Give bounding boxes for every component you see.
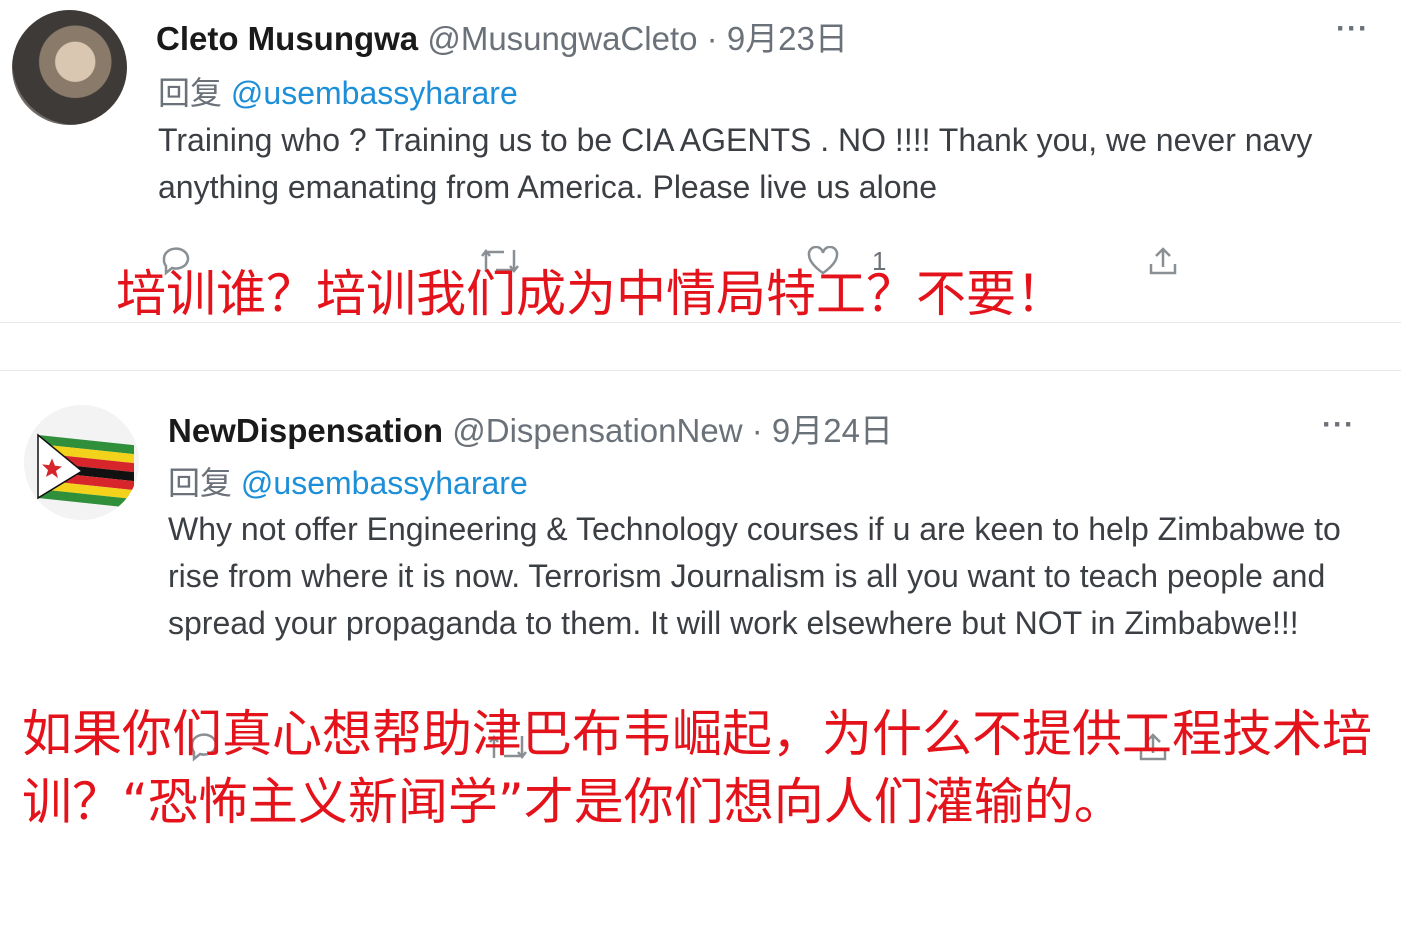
divider	[0, 322, 1401, 323]
tweet-text: Training who ? Training us to be CIA AGE…	[158, 122, 1313, 205]
tweet-header: NewDispensation @DispensationNew · 9月24日	[168, 404, 893, 452]
more-options-icon[interactable]: ···	[1322, 408, 1355, 442]
tweet-date[interactable]: 9月23日	[727, 20, 848, 57]
caption-translation-1: 培训谁？培训我们成为中情局特工？不要！	[116, 265, 1066, 323]
avatar[interactable]	[24, 405, 139, 520]
share-icon[interactable]	[1146, 246, 1180, 283]
author-name[interactable]: NewDispensation	[168, 412, 443, 449]
separator-dot: ·	[751, 412, 763, 449]
reply-prefix: 回复	[158, 75, 223, 111]
zimbabwe-flag-icon	[24, 405, 139, 520]
reply-context: 回复 @usembassyharare	[168, 458, 528, 504]
tweet-header: Cleto Musungwa @MusungwaCleto · 9月23日	[156, 12, 848, 60]
divider	[0, 370, 1401, 371]
author-name[interactable]: Cleto Musungwa	[156, 20, 418, 57]
tweet-date[interactable]: 9月24日	[772, 412, 893, 449]
reply-context: 回复 @usembassyharare	[158, 68, 518, 114]
more-options-icon[interactable]: ···	[1336, 12, 1369, 46]
tweet-text: Why not offer Engineering & Technology c…	[168, 511, 1341, 641]
reply-prefix: 回复	[168, 465, 233, 501]
reply-mention[interactable]: @usembassyharare	[231, 75, 518, 111]
author-handle[interactable]: @DispensationNew	[452, 412, 742, 449]
reply-mention[interactable]: @usembassyharare	[241, 465, 528, 501]
avatar[interactable]	[12, 10, 127, 125]
author-handle[interactable]: @MusungwaCleto	[427, 20, 697, 57]
separator-dot: ·	[706, 20, 718, 57]
caption-translation-2: 如果你们真心想帮助津巴布韦崛起，为什么不提供工程技术培训？“恐怖主义新闻学”才是…	[22, 705, 1372, 831]
